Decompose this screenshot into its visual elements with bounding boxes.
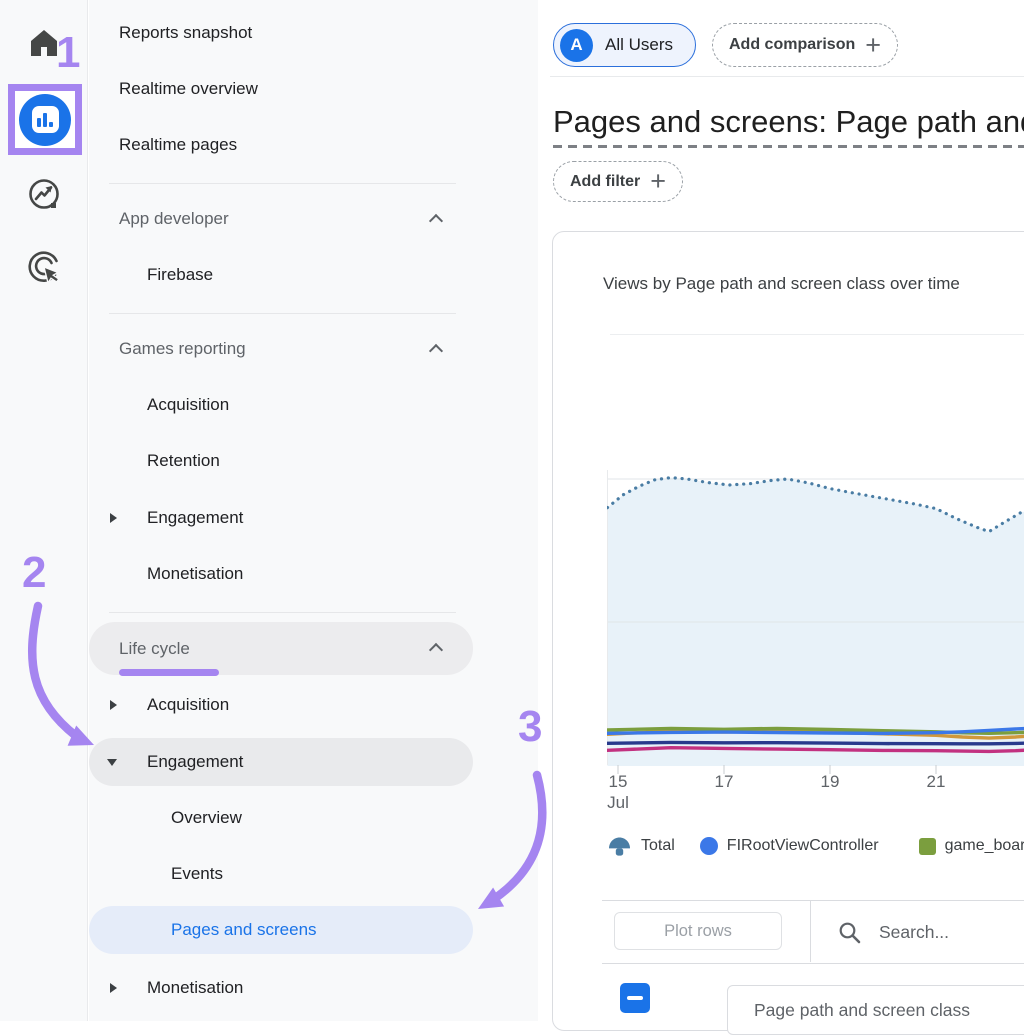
sidebar-item-realtime-pages[interactable]: Realtime pages bbox=[89, 121, 538, 169]
sidebar-item-realtime-overview[interactable]: Realtime overview bbox=[89, 65, 538, 113]
chevron-up-icon bbox=[429, 344, 443, 358]
sidebar-item-lifecycle-engagement[interactable]: Engagement bbox=[89, 738, 473, 786]
plus-icon: + bbox=[865, 32, 881, 59]
expanded-arrow-icon bbox=[107, 759, 117, 766]
annotation-step1-frame bbox=[8, 84, 82, 155]
sidebar-item-lifecycle-monetisation[interactable]: Monetisation bbox=[89, 964, 538, 1012]
annotation-underline bbox=[119, 669, 219, 676]
explore-icon[interactable] bbox=[0, 176, 88, 212]
annotation-step-3: 3 bbox=[518, 702, 542, 752]
collapsed-arrow-icon bbox=[110, 983, 117, 993]
reports-icon[interactable] bbox=[19, 94, 71, 146]
sidebar-item-engagement-overview[interactable]: Overview bbox=[89, 794, 538, 842]
x-tick-label: 15 bbox=[601, 772, 635, 792]
indeterminate-minus-icon bbox=[627, 996, 643, 1000]
chart-legend: Total FIRootViewController game_board bbox=[607, 833, 1024, 859]
total-legend-icon bbox=[607, 836, 632, 857]
bar-chart-glyph bbox=[32, 106, 59, 133]
column-header-page-path[interactable]: Page path and screen class bbox=[727, 985, 1024, 1035]
table-search[interactable]: Search... bbox=[838, 916, 1024, 948]
annotation-step-1: 1 bbox=[56, 28, 80, 78]
sidebar-section-app-developer[interactable]: App developer bbox=[89, 195, 538, 243]
audience-avatar: A bbox=[560, 29, 593, 62]
sidebar-section-games-reporting[interactable]: Games reporting bbox=[89, 325, 538, 373]
search-placeholder: Search... bbox=[879, 922, 949, 943]
add-comparison-button[interactable]: Add comparison + bbox=[712, 23, 898, 67]
reports-sidebar: Reports snapshot Realtime overview Realt… bbox=[89, 0, 538, 1021]
chevron-up-icon bbox=[429, 214, 443, 228]
audience-chip-all-users[interactable]: A All Users bbox=[553, 23, 696, 67]
toolbar-divider bbox=[810, 901, 811, 962]
sidebar-item-games-monetisation[interactable]: Monetisation bbox=[89, 550, 538, 598]
card-divider bbox=[610, 334, 1024, 335]
sidebar-item-games-engagement[interactable]: Engagement bbox=[89, 494, 538, 542]
table-divider bbox=[602, 963, 1024, 964]
select-all-checkbox-indeterminate[interactable] bbox=[620, 983, 650, 1013]
legend-item-total: Total bbox=[607, 836, 675, 857]
chevron-up-icon bbox=[429, 643, 443, 657]
sidebar-item-pages-and-screens[interactable]: Pages and screens bbox=[89, 906, 473, 954]
add-filter-button[interactable]: Add filter + bbox=[553, 161, 683, 202]
sidebar-item-games-acquisition[interactable]: Acquisition bbox=[89, 381, 538, 429]
plot-rows-button[interactable]: Plot rows bbox=[614, 912, 782, 950]
annotation-step-2: 2 bbox=[22, 548, 46, 598]
circle-marker-icon bbox=[700, 837, 718, 855]
page-title-dashed-underline bbox=[553, 145, 1024, 148]
collapsed-arrow-icon bbox=[110, 513, 117, 523]
sidebar-item-lifecycle-acquisition[interactable]: Acquisition bbox=[89, 681, 538, 729]
sidebar-item-reports-snapshot[interactable]: Reports snapshot bbox=[89, 9, 538, 57]
table-divider bbox=[602, 900, 1024, 901]
sidebar-item-firebase[interactable]: Firebase bbox=[89, 251, 538, 299]
advertising-icon[interactable] bbox=[0, 248, 88, 286]
sidebar-item-games-retention[interactable]: Retention bbox=[89, 437, 538, 485]
chart-svg bbox=[607, 430, 1024, 778]
x-tick-label: 19 bbox=[813, 772, 847, 792]
legend-item-firootviewcontroller: FIRootViewController bbox=[700, 837, 879, 855]
sidebar-section-life-cycle[interactable]: Life cycle bbox=[89, 622, 473, 675]
x-axis-labels: 15171921Jul bbox=[607, 772, 1024, 818]
sidebar-item-engagement-events[interactable]: Events bbox=[89, 850, 538, 898]
sidebar-divider bbox=[109, 313, 456, 314]
search-icon bbox=[838, 921, 861, 944]
collapsed-arrow-icon bbox=[110, 700, 117, 710]
x-tick-label: 21 bbox=[919, 772, 953, 792]
header-divider bbox=[550, 76, 1024, 77]
plus-icon: + bbox=[650, 168, 666, 195]
square-marker-icon bbox=[919, 838, 936, 855]
chart-title: Views by Page path and screen class over… bbox=[603, 274, 1024, 294]
legend-item-game-board: game_board bbox=[919, 837, 1024, 855]
page-title[interactable]: Pages and screens: Page path and screen … bbox=[553, 104, 1024, 140]
x-tick-label: 17 bbox=[707, 772, 741, 792]
sidebar-divider bbox=[109, 612, 456, 613]
sidebar-divider bbox=[109, 183, 456, 184]
x-axis-month-label: Jul bbox=[601, 793, 635, 813]
